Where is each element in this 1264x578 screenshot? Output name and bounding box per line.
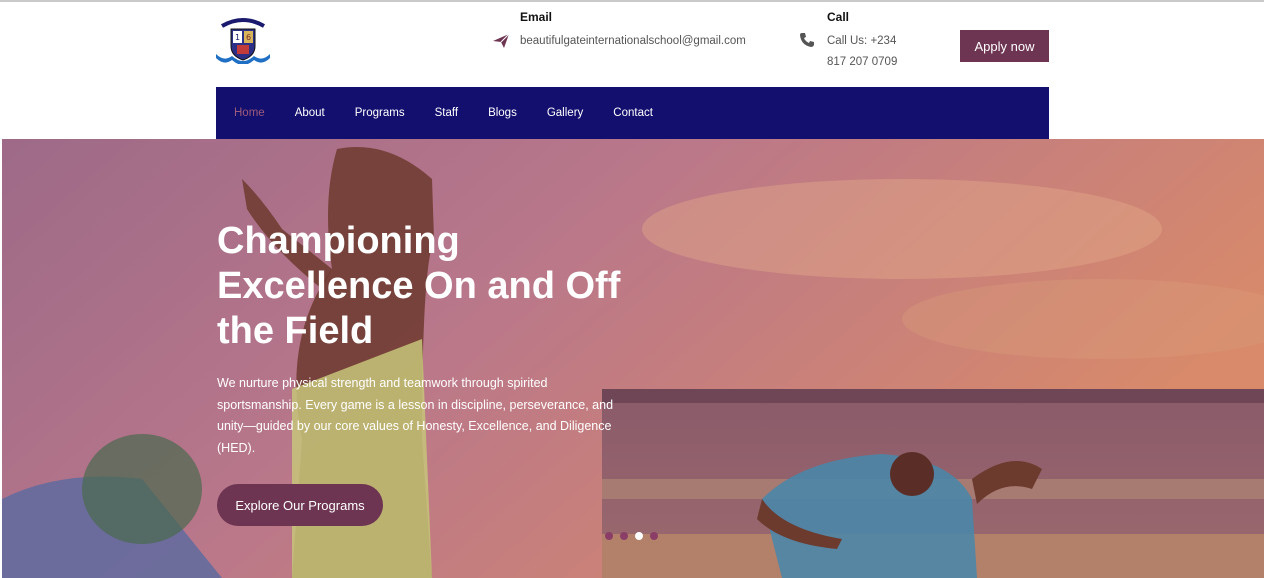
call-title: Call [827,10,850,24]
call-line1: Call Us: +234 [827,35,897,47]
hero-description: We nurture physical strength and teamwor… [217,376,614,456]
hero-title-line2: Excellence On and Off [217,265,621,307]
nav-item-home[interactable]: Home [234,107,265,119]
main-nav: Home About Programs Staff Blogs Gallery … [216,87,1049,139]
call-number[interactable]: Call Us: +234 817 207 0709 [827,31,897,73]
hero-title-line1: Championing [217,220,460,262]
nav-item-contact[interactable]: Contact [613,107,653,119]
slider-dots [605,532,658,540]
nav-item-staff[interactable]: Staff [435,107,458,119]
svg-text:6: 6 [246,33,251,42]
call-line2: 817 207 0709 [827,56,898,68]
email-address[interactable]: beautifulgateinternationalschool@gmail.c… [520,31,746,52]
nav-item-gallery[interactable]: Gallery [547,107,583,119]
phone-icon [799,32,817,50]
nav-item-about[interactable]: About [295,107,325,119]
hero-slider: Championing Excellence On and Off the Fi… [2,139,1264,578]
slider-dot-2[interactable] [620,532,628,540]
svg-text:1: 1 [235,33,240,42]
header-bar: 1 6 Email beautifulgateinternationalscho… [0,2,1264,87]
slider-dot-1[interactable] [605,532,613,540]
nav-item-programs[interactable]: Programs [355,107,405,119]
slider-dot-4[interactable] [650,532,658,540]
nav-item-blogs[interactable]: Blogs [488,107,517,119]
apply-now-button[interactable]: Apply now [960,30,1049,62]
hero-title-line3: the Field [217,310,374,352]
school-logo[interactable]: 1 6 [214,16,272,65]
paper-plane-icon [492,32,510,50]
hero-background-image [2,139,1264,578]
explore-programs-button[interactable]: Explore Our Programs [217,484,383,526]
email-title: Email [520,10,553,24]
slider-dot-3[interactable] [635,532,643,540]
hero-title: Championing Excellence On and Off the Fi… [217,219,657,354]
